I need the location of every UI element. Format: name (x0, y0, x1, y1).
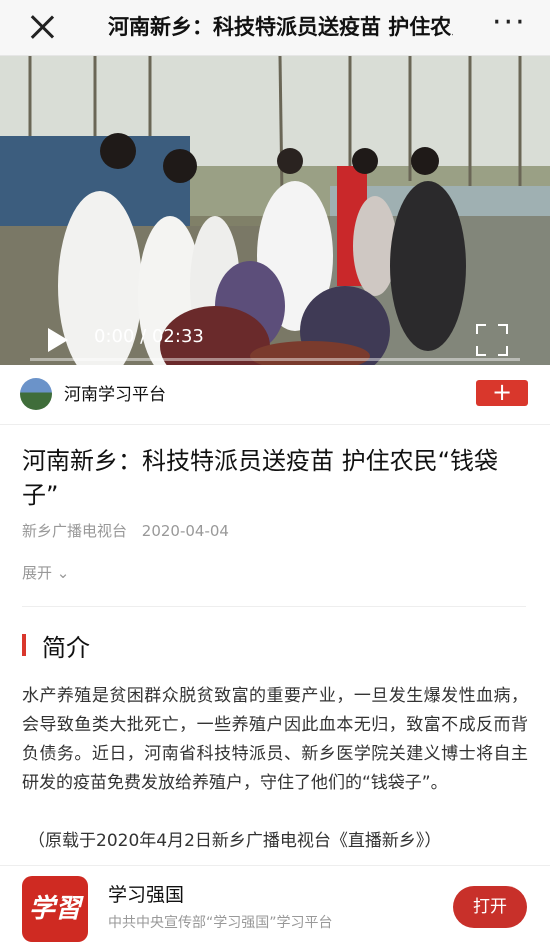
chevron-down-icon: ⌄ (56, 564, 70, 582)
fullscreen-corner (498, 324, 508, 334)
article-meta: 新乡广播电视台 2020-04-04 (22, 520, 239, 541)
section-title: 简介 (42, 634, 90, 662)
section-accent-bar (22, 634, 26, 656)
channel-header: 河南学习平台 + (0, 366, 550, 425)
open-app-button[interactable]: 打开 (453, 886, 527, 928)
channel-avatar[interactable] (20, 378, 52, 410)
video-frame (0, 56, 550, 365)
source-note: （原载于2020年4月2日新乡广播电视台《直播新乡》） (28, 831, 442, 851)
article-title: 河南新乡：科技特派员送疫苗 护住农民“钱袋子” (22, 447, 499, 509)
article-source: 新乡广播电视台 (22, 522, 128, 540)
follow-button[interactable]: + (476, 380, 528, 406)
summary-text: 水产养殖是贫困群众脱贫致富的重要产业，一旦发生爆发性血病，会导致鱼类大批死亡，一… (22, 686, 528, 793)
close-icon[interactable] (24, 10, 60, 46)
current-time: 0:00 (94, 326, 135, 347)
app-subtitle: 中共中央宣传部“学习强国”学习平台 (108, 915, 333, 931)
app-name: 学习强国 (108, 884, 185, 906)
article-date: 2020-04-04 (141, 522, 229, 540)
expand-button[interactable]: 展开 ⌄ (22, 562, 69, 583)
app-logo: 学習 (22, 876, 88, 942)
video-time: 0:00 / 02:33 (94, 326, 204, 347)
app-banner: 学習 学习强国 中共中央宣传部“学习强国”学习平台 打开 (0, 865, 550, 950)
expand-label: 展开 (22, 564, 53, 582)
more-options-icon[interactable]: ··· (492, 8, 525, 40)
duration: 02:33 (151, 326, 204, 347)
channel-name[interactable]: 河南学习平台 (64, 366, 166, 424)
divider (22, 606, 526, 607)
top-bar: 河南新乡：科技特派员送疫苗 护住农民“钱袋子” ··· (0, 0, 550, 56)
fullscreen-corner (498, 346, 508, 356)
video-player[interactable]: 0:00 / 02:33 (0, 56, 550, 365)
fullscreen-icon[interactable] (476, 324, 508, 356)
fullscreen-corner (476, 346, 486, 356)
play-icon[interactable] (48, 328, 68, 352)
fullscreen-corner (476, 324, 486, 334)
page-title: 河南新乡：科技特派员送疫苗 护住农民“钱袋子” (108, 15, 453, 39)
video-progress-bar[interactable] (30, 358, 520, 361)
time-separator: / (140, 326, 147, 347)
